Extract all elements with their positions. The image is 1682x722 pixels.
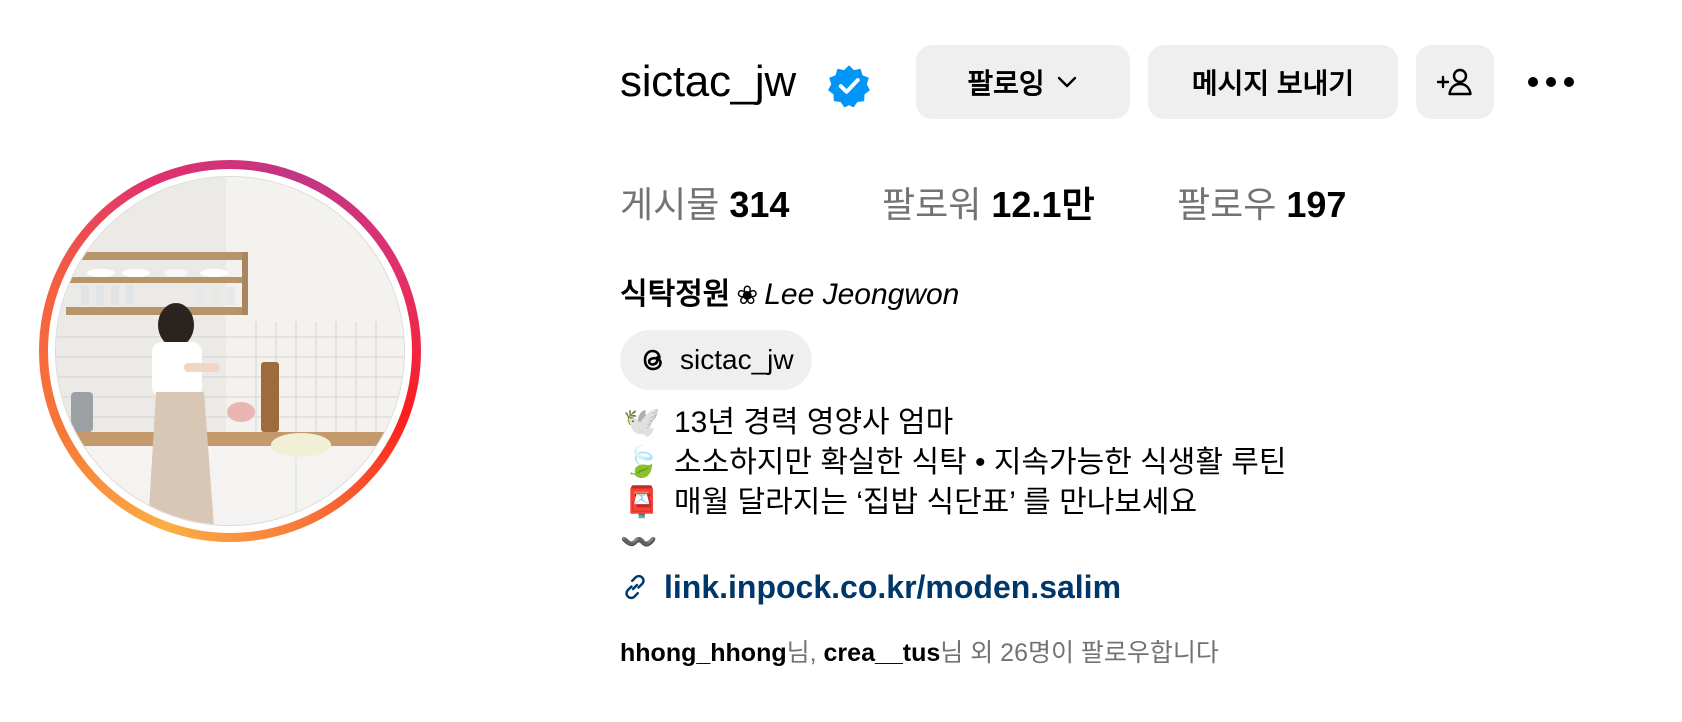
followed-by-user-1[interactable]: hhong_hhong: [620, 639, 787, 667]
send-message-button[interactable]: 메시지 보내기: [1148, 45, 1398, 119]
followed-by-suffix: 님 외 26명이 팔로우합니다: [940, 639, 1219, 667]
bio-link[interactable]: link.inpock.co.kr/moden.salim: [620, 566, 1121, 608]
more-options-button[interactable]: [1514, 45, 1588, 119]
link-icon: [625, 574, 645, 600]
more-options-icon: [1528, 77, 1574, 87]
full-name-ko: 식탁정원: [620, 278, 731, 311]
stat-following[interactable]: 팔로우 197: [1177, 180, 1346, 230]
stat-following-value: 197: [1286, 184, 1347, 225]
chevron-down-icon: [1057, 76, 1076, 88]
stat-followers-label: 팔로워: [882, 184, 982, 225]
postbox-icon: 📮: [623, 486, 661, 519]
send-message-label: 메시지 보내기: [1191, 68, 1355, 99]
followed-by-separator: 님,: [786, 639, 824, 667]
suggested-users-button[interactable]: [1416, 45, 1494, 119]
profile-avatar-ring[interactable]: [39, 160, 421, 542]
stat-posts: 게시물 314: [620, 180, 789, 230]
bio-line-3: 📮 매월 달라지는 ‘집밥 식단표’ 를 만나보세요: [620, 483, 1197, 523]
leaf-icon: 🍃: [623, 446, 661, 479]
bio-line-2-text: 소소하지만 확실한 식탁 • 지속가능한 식생활 루틴: [674, 446, 1287, 479]
bio-line-3-text: 매월 달라지는 ‘집밥 식단표’ 를 만나보세요: [674, 486, 1198, 519]
followed-by-user-2[interactable]: crea__tus: [824, 639, 941, 667]
avatar[interactable]: [55, 176, 405, 526]
avatar-kitchen-photo: [56, 177, 404, 525]
threads-icon: [643, 349, 662, 371]
bio-link-text: link.inpock.co.kr/moden.salim: [664, 569, 1122, 605]
threads-badge[interactable]: sictac_jw: [620, 330, 812, 390]
stat-followers[interactable]: 팔로워 12.1만: [882, 180, 1095, 230]
bio-line-1-text: 13년 경력 영양사 엄마: [674, 406, 954, 439]
bio-wave: 〰️: [620, 526, 657, 559]
stat-followers-value: 12.1만: [991, 184, 1095, 225]
following-button[interactable]: 팔로잉: [916, 45, 1130, 119]
stat-posts-value: 314: [729, 184, 790, 225]
threads-handle: sictac_jw: [680, 344, 794, 375]
stat-posts-label: 게시물: [620, 184, 720, 225]
verified-badge-icon: [828, 65, 870, 107]
add-person-icon: [1436, 68, 1472, 96]
dove-icon: 🕊️: [623, 406, 661, 439]
avatar-gap: [48, 169, 412, 533]
bio-line-2: 🍃 소소하지만 확실한 식탁 • 지속가능한 식생활 루틴: [620, 443, 1287, 483]
full-name: 식탁정원 ❀ Lee Jeongwon: [620, 275, 959, 315]
following-button-label: 팔로잉: [967, 68, 1045, 99]
followed-by[interactable]: hhong_hhong님, crea__tus님 외 26명이 팔로우합니다: [620, 636, 1219, 670]
bio-line-1: 🕊️ 13년 경력 영양사 엄마: [620, 403, 953, 443]
flower-icon: ❀: [736, 280, 759, 310]
stat-following-label: 팔로우: [1177, 184, 1277, 225]
full-name-en: Lee Jeongwon: [764, 278, 960, 311]
username: sictac_jw: [620, 57, 796, 106]
